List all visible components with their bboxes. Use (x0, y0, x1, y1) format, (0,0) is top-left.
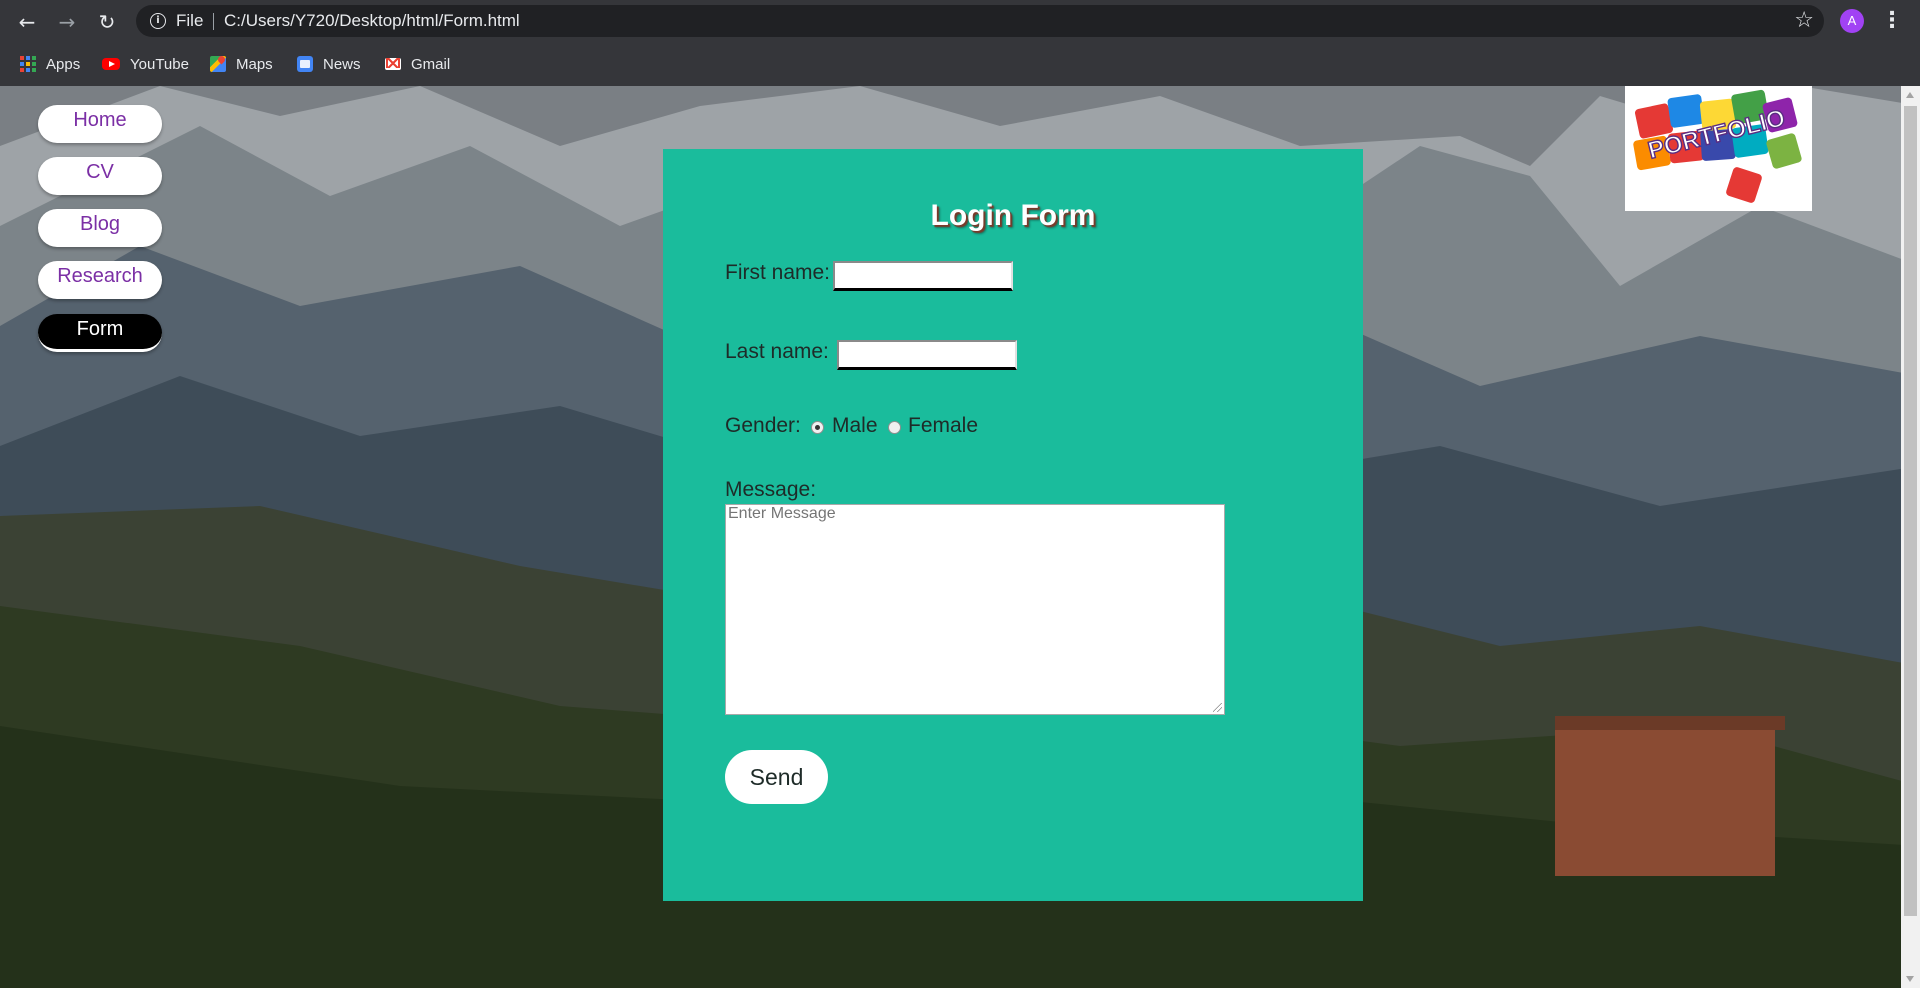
first-name-label: First name: (725, 261, 831, 284)
reload-icon[interactable]: ↻ (94, 9, 120, 35)
bookmark-star-icon[interactable]: ☆ (1794, 8, 1814, 33)
profile-avatar[interactable]: A (1840, 9, 1864, 33)
gmail-icon (385, 58, 401, 70)
message-textarea[interactable]: Enter Message (725, 504, 1225, 715)
bookmark-news[interactable]: News (297, 52, 361, 76)
bookmark-gmail[interactable]: Gmail (385, 52, 450, 76)
info-icon[interactable]: i (150, 13, 166, 29)
back-arrow-icon[interactable]: ← (14, 9, 40, 35)
scroll-down-arrow-icon[interactable] (1906, 976, 1914, 982)
bookmarks-bar: Apps YouTube Maps News Gmail (0, 42, 1920, 87)
nav-form-button[interactable]: Form (38, 314, 162, 352)
send-button[interactable]: Send (725, 750, 828, 804)
nav-research-button[interactable]: Research (38, 261, 162, 299)
gender-female-label: Female (908, 414, 979, 437)
url-text[interactable]: C:/Users/Y720/Desktop/html/Form.html (224, 11, 520, 31)
maps-icon (210, 56, 226, 72)
gender-male-radio[interactable] (811, 421, 824, 434)
address-bar[interactable]: i File C:/Users/Y720/Desktop/html/Form.h… (136, 5, 1824, 37)
bookmark-label: Apps (46, 55, 81, 73)
apps-grid-icon (20, 56, 36, 72)
forward-arrow-icon[interactable]: → (54, 9, 80, 35)
message-label: Message: (725, 478, 817, 501)
bookmark-label: News (323, 55, 361, 73)
bookmark-maps[interactable]: Maps (210, 52, 273, 76)
last-name-input[interactable] (837, 340, 1017, 370)
bookmark-label: Maps (236, 55, 273, 73)
page-viewport: Home CV Blog Research Form PORTFOLIO Log… (0, 86, 1920, 988)
bookmark-apps[interactable]: Apps (20, 52, 80, 76)
nav-cv-button[interactable]: CV (38, 157, 162, 195)
url-scheme-label: File (176, 11, 204, 30)
login-form-panel: Login Form First name: Last name: Gender… (663, 149, 1363, 901)
url-separator (213, 13, 214, 30)
scrollbar-thumb[interactable] (1904, 106, 1917, 916)
resize-grip-icon[interactable] (1213, 703, 1222, 712)
portfolio-logo[interactable]: PORTFOLIO (1625, 86, 1812, 211)
bookmark-youtube[interactable]: YouTube (102, 52, 189, 76)
message-placeholder: Enter Message (728, 505, 836, 522)
scroll-up-arrow-icon[interactable] (1906, 92, 1914, 98)
browser-menu-icon[interactable]: ⋮ (1880, 7, 1904, 35)
last-name-label: Last name: (725, 340, 829, 363)
browser-toolbar: ← → ↻ i File C:/Users/Y720/Desktop/html/… (0, 0, 1920, 42)
bookmark-label: Gmail (411, 55, 451, 73)
nav-blog-button[interactable]: Blog (38, 209, 162, 247)
nav-home-button[interactable]: Home (38, 105, 162, 143)
vertical-scrollbar[interactable] (1901, 86, 1920, 988)
portfolio-puzzle-logo-image: PORTFOLIO (1633, 89, 1802, 203)
form-title: Login Form (930, 199, 1096, 232)
gender-label: Gender: (725, 414, 801, 437)
news-icon (297, 56, 313, 72)
bookmark-label: YouTube (130, 55, 189, 73)
first-name-input[interactable] (833, 261, 1013, 291)
gender-male-label: Male (832, 414, 878, 437)
youtube-icon (102, 58, 120, 70)
gender-female-radio[interactable] (888, 421, 901, 434)
